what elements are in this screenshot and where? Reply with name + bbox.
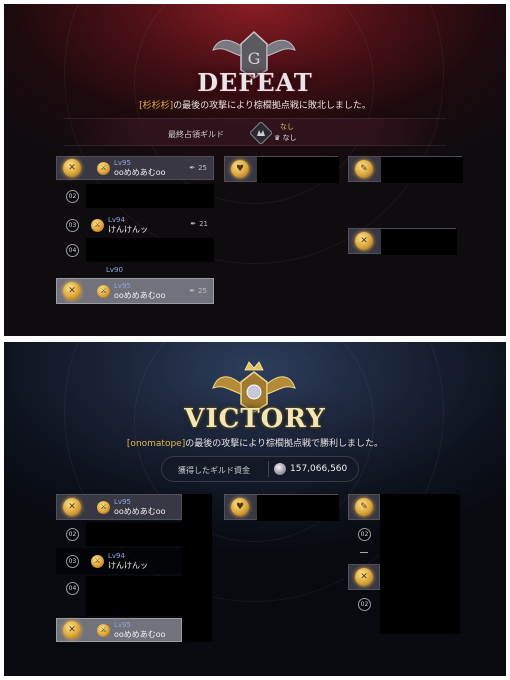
player-score: ✒ 25: [189, 287, 207, 295]
player-score-value: 25: [198, 164, 207, 172]
guild-crest-icon: [250, 122, 272, 144]
quill-icon: ✒: [189, 164, 196, 172]
class-icon: ⚔: [97, 500, 110, 514]
defeat-right-row[interactable]: ✎: [348, 156, 463, 183]
victory-right-row-2[interactable]: ✕: [348, 564, 380, 590]
divider: [268, 461, 269, 477]
rank-1-medal-icon: ✎: [355, 160, 373, 178]
rank-1-medal-icon: ✕: [63, 282, 81, 300]
player-score: ✒ 21: [190, 220, 208, 228]
quill-icon: ✒: [190, 220, 197, 228]
rank-1-medal-icon: ✕: [63, 498, 81, 516]
rank-badge-02: 02: [358, 598, 371, 611]
rank-1-medal-icon: ✎: [355, 498, 373, 516]
rank-badge-02: 02: [66, 528, 79, 541]
victory-result-message: の最後の攻撃により棕櫚拠点戦で勝利しました。: [185, 439, 384, 449]
rank-1-medal-icon: ✕: [355, 232, 373, 250]
redacted-column: [380, 494, 460, 634]
final-guild-bar: 最終占領ギルド なし ♛ なし: [64, 118, 446, 146]
rank-1-medal-icon: ✕: [63, 159, 81, 177]
defeat-mvp-row[interactable]: ✕ ⚔ Lv95 ooめめあむoo ✒ 25: [56, 156, 214, 180]
final-guild-value-bottom: ♛ なし: [274, 133, 297, 143]
class-icon: ⚔: [97, 161, 110, 175]
defeat-title: DEFEAT: [197, 68, 313, 97]
divider: [360, 552, 368, 553]
player-score-value: 25: [198, 287, 207, 295]
defeat-winner-guild: [杉杉杉]: [139, 101, 174, 111]
final-guild-value: なし: [282, 134, 297, 142]
rank-badge-02: 02: [66, 190, 79, 203]
player-name: ooめめあむoo: [114, 167, 166, 177]
redacted-row: [86, 184, 214, 208]
player-level: Lv94: [108, 215, 125, 224]
rank-1-medal-icon: ♥: [231, 160, 249, 178]
rank-badge-03: 03: [66, 554, 79, 568]
player-level: Lv95: [114, 620, 131, 629]
victory-mvp-row[interactable]: ✕ ⚔ Lv95 ooめめあむoo: [56, 494, 182, 520]
class-icon: ⚔: [91, 218, 104, 232]
quill-icon: ✒: [189, 287, 196, 295]
player-name: ooめめあむoo: [114, 506, 166, 516]
victory-winner-guild: [onomatope]: [126, 439, 186, 449]
rank-badge-02: 02: [358, 528, 371, 541]
rank-1-medal-icon: ♥: [231, 498, 249, 516]
class-icon: ⚔: [97, 284, 110, 298]
rank-badge-04: 04: [66, 582, 79, 595]
victory-my-row[interactable]: ✕ ⚔ Lv95 ooめめあむoo: [56, 618, 182, 642]
redacted-row: [381, 229, 457, 255]
victory-middle-row[interactable]: ♥: [224, 494, 339, 521]
redacted-row: [257, 157, 339, 183]
rank-badge-03: 03: [66, 218, 79, 232]
player-level: Lv95: [114, 497, 131, 506]
victory-result-text: [onomatope]の最後の攻撃により棕櫚拠点戦で勝利しました。: [4, 436, 506, 449]
redacted-row: [86, 238, 214, 262]
victory-right-row[interactable]: ✎: [348, 494, 380, 520]
defeat-right-row-2[interactable]: ✕: [348, 228, 457, 255]
rank-1-medal-icon: ✕: [355, 568, 373, 586]
player-name: けんけんッ: [108, 224, 148, 234]
class-icon: ⚔: [97, 623, 110, 637]
crown-icon: ♛: [274, 134, 281, 142]
defeat-result-panel: G DEFEAT [杉杉杉]の最後の攻撃により棕櫚拠点戦に敗北しました。 最終占…: [4, 4, 506, 336]
defeat-result-message: の最後の攻撃により棕櫚拠点戦に敗北しました。: [173, 101, 371, 111]
player-score: ✒ 25: [189, 164, 207, 172]
redacted-column: [182, 494, 212, 642]
class-icon: ⚔: [91, 554, 104, 568]
player-level: Lv94: [108, 551, 125, 560]
defeat-my-row[interactable]: ✕ ⚔ Lv95 ooめめあむoo ✒ 25: [56, 278, 214, 304]
redacted-row: [86, 522, 182, 546]
defeat-result-text: [杉杉杉]の最後の攻撃により棕櫚拠点戦に敗北しました。: [4, 98, 506, 111]
player-name: ooめめあむoo: [114, 629, 166, 639]
player-level-partial: Lv90: [106, 266, 123, 274]
rank-1-medal-icon: ✕: [63, 621, 81, 639]
coin-icon: [274, 463, 286, 475]
guild-funds-label: 獲得したギルド資金: [178, 466, 250, 475]
final-guild-label: 最終占領ギルド: [168, 130, 224, 139]
redacted-row: [381, 157, 463, 183]
redacted-row: [86, 576, 182, 616]
victory-title: VICTORY: [184, 404, 326, 434]
guild-funds-bar: 獲得したギルド資金 157,066,560: [161, 456, 359, 482]
redacted-row: [257, 495, 339, 521]
defeat-middle-row[interactable]: ♥: [224, 156, 339, 183]
svg-text:G: G: [248, 49, 261, 68]
rank-badge-04: 04: [66, 244, 79, 257]
victory-player-row[interactable]: 03 ⚔ Lv94 けんけんッ: [56, 548, 182, 574]
guild-funds-value: 157,066,560: [290, 464, 348, 474]
player-level: Lv95: [114, 281, 131, 290]
player-name: ooめめあむoo: [114, 290, 166, 300]
victory-result-panel: VICTORY [onomatope]の最後の攻撃により棕櫚拠点戦で勝利しました…: [4, 342, 506, 676]
player-name: けんけんッ: [108, 560, 148, 570]
player-level: Lv95: [114, 158, 131, 167]
player-score-value: 21: [199, 220, 208, 228]
defeat-player-row[interactable]: 03 ⚔ Lv94 けんけんッ ✒ 21: [56, 212, 214, 238]
final-guild-value-top: なし: [280, 123, 294, 131]
